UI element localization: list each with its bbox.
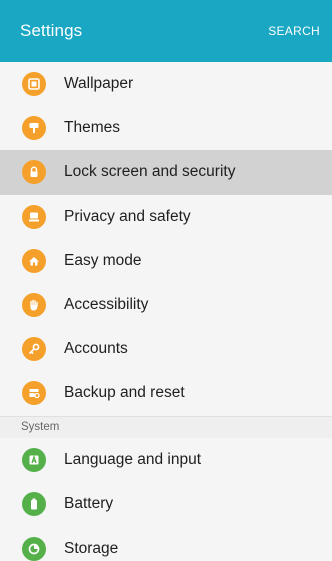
backup-icon [22, 381, 46, 406]
hand-icon [22, 293, 46, 318]
home-icon [22, 248, 46, 273]
privacy-person-icon [22, 204, 46, 229]
settings-item-label: Wallpaper [64, 75, 134, 93]
settings-item-lock-screen-and-security[interactable]: Lock screen and security [0, 150, 332, 195]
section-header-system: System [0, 415, 332, 438]
settings-item-wallpaper[interactable]: Wallpaper [0, 62, 332, 107]
settings-item-privacy-and-safety[interactable]: Privacy and safety [0, 194, 332, 239]
settings-item-easy-mode[interactable]: Easy mode [0, 238, 332, 283]
battery-icon [22, 492, 46, 517]
settings-item-themes[interactable]: Themes [0, 106, 332, 151]
settings-item-label: Lock screen and security [64, 163, 236, 181]
search-button[interactable]: SEARCH [266, 18, 322, 44]
settings-item-label: Easy mode [64, 251, 142, 269]
settings-item-accounts[interactable]: Accounts [0, 327, 332, 372]
settings-item-label: Storage [64, 539, 119, 557]
settings-item-label: Privacy and safety [64, 207, 191, 225]
settings-item-label: Themes [64, 119, 120, 137]
settings-list: Wallpaper Themes Lock screen and securit… [0, 62, 332, 561]
settings-item-label: Accounts [64, 340, 128, 358]
settings-item-label: Accessibility [64, 296, 149, 314]
system-section: Language and input Battery Storage [0, 437, 332, 561]
settings-item-label: Battery [64, 495, 114, 513]
settings-item-accessibility[interactable]: Accessibility [0, 282, 332, 328]
themes-brush-icon [22, 116, 46, 141]
app-bar: Settings SEARCH [0, 0, 332, 62]
settings-item-battery[interactable]: Battery [0, 482, 332, 527]
language-icon [22, 447, 46, 472]
settings-item-backup-and-reset[interactable]: Backup and reset [0, 371, 332, 416]
lock-icon [22, 160, 46, 185]
settings-item-language-and-input[interactable]: Language and input [0, 437, 332, 482]
settings-item-label: Language and input [64, 450, 202, 468]
settings-item-storage[interactable]: Storage [0, 526, 332, 561]
wallpaper-icon [22, 72, 46, 97]
storage-icon [22, 536, 46, 561]
settings-item-label: Backup and reset [64, 384, 185, 402]
key-icon [22, 337, 46, 362]
page-title: Settings [20, 21, 83, 40]
